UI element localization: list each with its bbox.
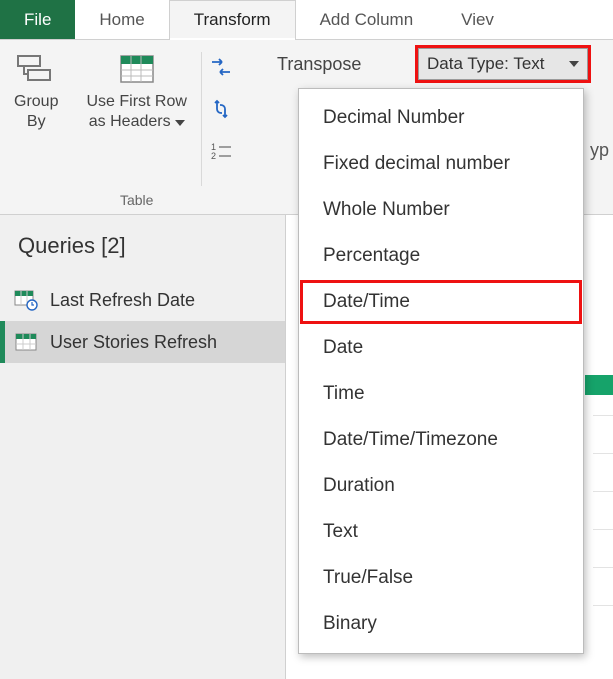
ribbon-mini-column: 1 2 [202,40,246,164]
transpose-icon-button[interactable] [208,54,234,80]
label-line: as Headers [86,112,186,132]
query-item-label: User Stories Refresh [50,332,217,353]
table-icon [14,331,38,353]
tab-label: File [24,10,51,30]
tab-add-column[interactable]: Add Column [296,0,438,39]
query-item-label: Last Refresh Date [50,290,195,311]
query-item-user-stories[interactable]: User Stories Refresh [0,321,285,363]
datatype-percentage[interactable]: Percentage [299,233,583,279]
grid-line [593,605,613,606]
grid-line [593,491,613,492]
menu-item-label: Binary [323,613,377,634]
datatype-date-time-timezone[interactable]: Date/Time/Timezone [299,417,583,463]
grid-line [593,567,613,568]
query-item-last-refresh[interactable]: Last Refresh Date [0,279,285,321]
data-type-menu: Decimal Number Fixed decimal number Whol… [298,88,584,654]
tab-label: Viev [461,10,494,30]
truncated-text: yp [590,140,609,161]
group-by-button[interactable]: Group By [8,48,64,136]
label-line: Use First Row [86,92,186,112]
label-line: By [14,112,58,132]
ribbon-group-groupby: Group By [0,40,72,214]
grid-line [593,529,613,530]
menu-item-label: Date/Time [323,291,410,312]
menu-item-label: Whole Number [323,199,450,220]
transpose-label: Transpose [277,54,361,75]
group-by-label: Group By [14,92,58,132]
datatype-fixed-decimal[interactable]: Fixed decimal number [299,141,583,187]
use-first-row-button[interactable]: Use First Row as Headers [80,48,192,136]
group-by-icon [16,52,56,86]
menu-item-label: Time [323,383,365,404]
label-line: Group [14,92,58,112]
datatype-decimal-number[interactable]: Decimal Number [299,95,583,141]
use-first-row-label: Use First Row as Headers [86,92,186,132]
datatype-date[interactable]: Date [299,325,583,371]
count-rows-icon-button[interactable]: 1 2 [208,138,234,164]
chevron-down-icon [569,61,579,67]
table-headers-icon [117,52,157,86]
chevron-down-icon [175,120,185,126]
data-type-dropdown-button[interactable]: Data Type: Text [418,48,588,80]
table-clock-icon [14,289,38,311]
datatype-time[interactable]: Time [299,371,583,417]
ribbon-group-usefirstrow: Use First Row as Headers Table [72,40,200,214]
tab-file[interactable]: File [0,0,75,39]
datatype-true-false[interactable]: True/False [299,555,583,601]
datatype-text[interactable]: Text [299,509,583,555]
tab-label: Transform [194,10,271,30]
data-type-button-label: Data Type: Text [427,54,545,74]
tab-home[interactable]: Home [75,0,168,39]
tab-label: Home [99,10,144,30]
menu-tabs: File Home Transform Add Column Viev [0,0,613,40]
menu-item-label: Date [323,337,363,358]
menu-item-label: Fixed decimal number [323,153,510,174]
svg-text:2: 2 [211,151,216,161]
datatype-whole-number[interactable]: Whole Number [299,187,583,233]
menu-item-label: Text [323,521,358,542]
column-header-strip [585,375,613,395]
tab-label: Add Column [320,10,414,30]
menu-item-label: Percentage [323,245,420,266]
grid-line [593,453,613,454]
menu-item-label: Decimal Number [323,107,464,128]
datatype-duration[interactable]: Duration [299,463,583,509]
menu-item-label: True/False [323,567,413,588]
tab-transform[interactable]: Transform [169,0,296,39]
grid-line [593,415,613,416]
queries-header: Queries [2] [0,215,285,279]
queries-pane: Queries [2] Last Refresh Date [0,215,286,679]
datatype-date-time[interactable]: Date/Time [299,279,583,325]
menu-item-label: Duration [323,475,395,496]
menu-item-label: Date/Time/Timezone [323,429,498,450]
datatype-binary[interactable]: Binary [299,601,583,647]
tab-view[interactable]: Viev [437,0,518,39]
reverse-rows-icon-button[interactable] [208,96,234,122]
ribbon-group-caption: Table [120,192,153,214]
